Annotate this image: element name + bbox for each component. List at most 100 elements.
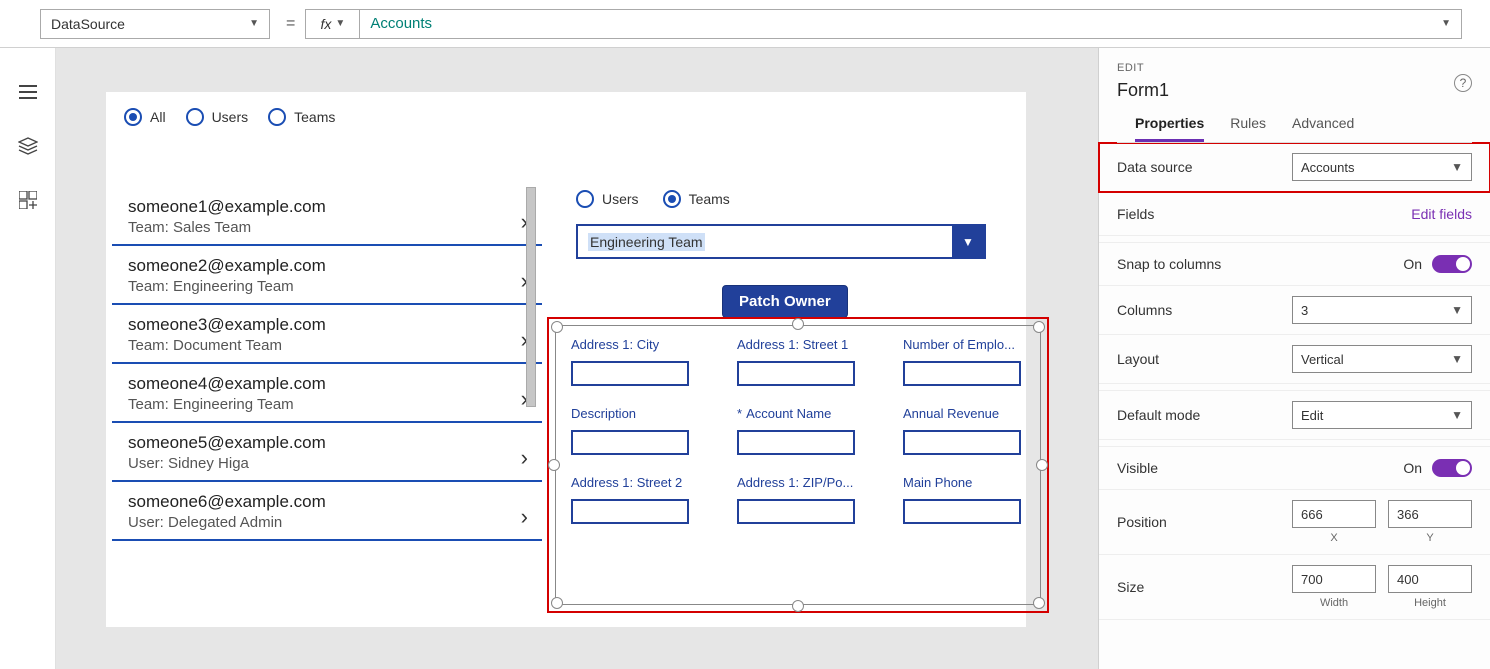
tab-properties[interactable]: Properties [1135, 115, 1204, 142]
fx-button[interactable]: fx ▼ [305, 9, 359, 39]
insert-icon[interactable] [18, 190, 38, 210]
tab-rules[interactable]: Rules [1230, 115, 1266, 142]
field-card[interactable]: Number of Emplo... [903, 337, 1053, 386]
chevron-down-icon: ▼ [1451, 160, 1463, 174]
position-y-input[interactable]: 366 [1388, 500, 1472, 528]
columns-dropdown[interactable]: 3 ▼ [1292, 296, 1472, 324]
field-card[interactable]: Description [571, 406, 721, 455]
position-x-input[interactable]: 666 [1292, 500, 1376, 528]
radio-all[interactable]: All [124, 108, 166, 126]
default-mode-dropdown[interactable]: Edit ▼ [1292, 401, 1472, 429]
field-label: Address 1: City [571, 337, 711, 352]
canvas-area[interactable]: All Users Teams someone1@example.comTeam… [56, 48, 1098, 669]
edit-label: EDIT [1117, 62, 1472, 74]
tab-advanced[interactable]: Advanced [1292, 115, 1354, 142]
chevron-right-icon: › [521, 445, 528, 471]
field-label: Address 1: Street 1 [737, 337, 877, 352]
chevron-right-icon: › [521, 504, 528, 530]
resize-handle[interactable] [1033, 597, 1045, 609]
size-width-input[interactable]: 700 [1292, 565, 1376, 593]
patch-owner-button[interactable]: Patch Owner [722, 285, 848, 318]
hamburger-icon[interactable] [18, 82, 38, 102]
scrollbar[interactable] [526, 187, 536, 407]
resize-handle[interactable] [792, 600, 804, 612]
resize-handle[interactable] [548, 459, 560, 471]
property-dropdown[interactable]: DataSource ▼ [40, 9, 270, 39]
team-dropdown[interactable]: Engineering Team ▼ [576, 224, 986, 259]
resize-handle[interactable] [1033, 321, 1045, 333]
field-input[interactable] [571, 499, 689, 524]
field-card[interactable]: Main Phone [903, 475, 1053, 524]
size-w-label: Width [1320, 597, 1348, 609]
required-indicator: * [737, 406, 742, 421]
data-source-dropdown[interactable]: Accounts ▼ [1292, 153, 1472, 181]
prop-snap: Snap to columns On [1099, 242, 1490, 286]
list-item-sub: Team: Engineering Team [128, 396, 534, 413]
chevron-down-icon: ▼ [952, 226, 984, 257]
formula-input[interactable]: Accounts ▼ [359, 9, 1462, 39]
radio-icon [186, 108, 204, 126]
properties-panel: EDIT Form1 ? Properties Rules Advanced D… [1098, 48, 1490, 669]
list-item-email: someone5@example.com [128, 433, 534, 453]
list-item[interactable]: someone1@example.comTeam: Sales Team› [112, 187, 542, 246]
layout-value: Vertical [1301, 352, 1344, 367]
field-input[interactable] [737, 361, 855, 386]
help-icon[interactable]: ? [1454, 74, 1472, 92]
field-card[interactable]: Address 1: City [571, 337, 721, 386]
team-dropdown-value: Engineering Team [588, 233, 705, 251]
field-card[interactable]: Address 1: Street 2 [571, 475, 721, 524]
radio-teams-2[interactable]: Teams [663, 190, 730, 208]
prop-label: Position [1117, 514, 1167, 530]
field-input[interactable] [737, 430, 855, 455]
field-input[interactable] [571, 361, 689, 386]
visible-toggle[interactable] [1432, 459, 1472, 477]
prop-label: Columns [1117, 302, 1172, 318]
list-item[interactable]: someone5@example.com User: Sidney Higa› [112, 423, 542, 482]
field-card[interactable]: Address 1: ZIP/Po... [737, 475, 887, 524]
resize-handle[interactable] [551, 597, 563, 609]
prop-position: Position 666 X 366 Y [1099, 490, 1490, 555]
edit-fields-link[interactable]: Edit fields [1411, 206, 1472, 222]
radio-all-label: All [150, 109, 166, 125]
field-input[interactable] [571, 430, 689, 455]
layout-dropdown[interactable]: Vertical ▼ [1292, 345, 1472, 373]
formula-value: Accounts [370, 15, 432, 32]
list-item[interactable]: someone6@example.comUser: Delegated Admi… [112, 482, 542, 541]
field-card[interactable]: *Account Name [737, 406, 887, 455]
prop-label: Visible [1117, 460, 1158, 476]
size-height-input[interactable]: 400 [1388, 565, 1472, 593]
chevron-down-icon: ▼ [1441, 18, 1451, 29]
field-input[interactable] [903, 361, 1021, 386]
resize-handle[interactable] [792, 318, 804, 330]
radio-icon [663, 190, 681, 208]
field-input[interactable] [903, 499, 1021, 524]
list-item[interactable]: someone2@example.comTeam: Engineering Te… [112, 246, 542, 305]
snap-toggle[interactable] [1432, 255, 1472, 273]
radio-teams[interactable]: Teams [268, 108, 335, 126]
list-item[interactable]: someone3@example.comTeam: Document Team› [112, 305, 542, 364]
field-label: *Account Name [737, 406, 877, 421]
data-source-value: Accounts [1301, 160, 1354, 175]
list-item-sub: User: Sidney Higa [128, 455, 534, 472]
radio-icon [576, 190, 594, 208]
resize-handle[interactable] [551, 321, 563, 333]
field-label: Address 1: ZIP/Po... [737, 475, 877, 490]
form1-selection[interactable]: Address 1: City Address 1: Street 1 Numb… [547, 317, 1049, 613]
property-dropdown-value: DataSource [51, 16, 125, 32]
layers-icon[interactable] [18, 136, 38, 156]
pos-y-label: Y [1426, 532, 1433, 544]
field-card[interactable]: Address 1: Street 1 [737, 337, 887, 386]
list-item-email: someone6@example.com [128, 492, 534, 512]
properties-header: EDIT Form1 ? Properties Rules Advanced [1099, 48, 1490, 143]
radio-users-2[interactable]: Users [576, 190, 639, 208]
field-input[interactable] [737, 499, 855, 524]
radio-users-label: Users [602, 191, 639, 207]
radio-icon [124, 108, 142, 126]
toggle-value: On [1403, 256, 1422, 272]
field-input[interactable] [903, 430, 1021, 455]
field-card[interactable]: Annual Revenue [903, 406, 1053, 455]
radio-users[interactable]: Users [186, 108, 249, 126]
prop-default-mode: Default mode Edit ▼ [1099, 390, 1490, 440]
left-rail [0, 48, 56, 669]
list-item[interactable]: someone4@example.comTeam: Engineering Te… [112, 364, 542, 423]
